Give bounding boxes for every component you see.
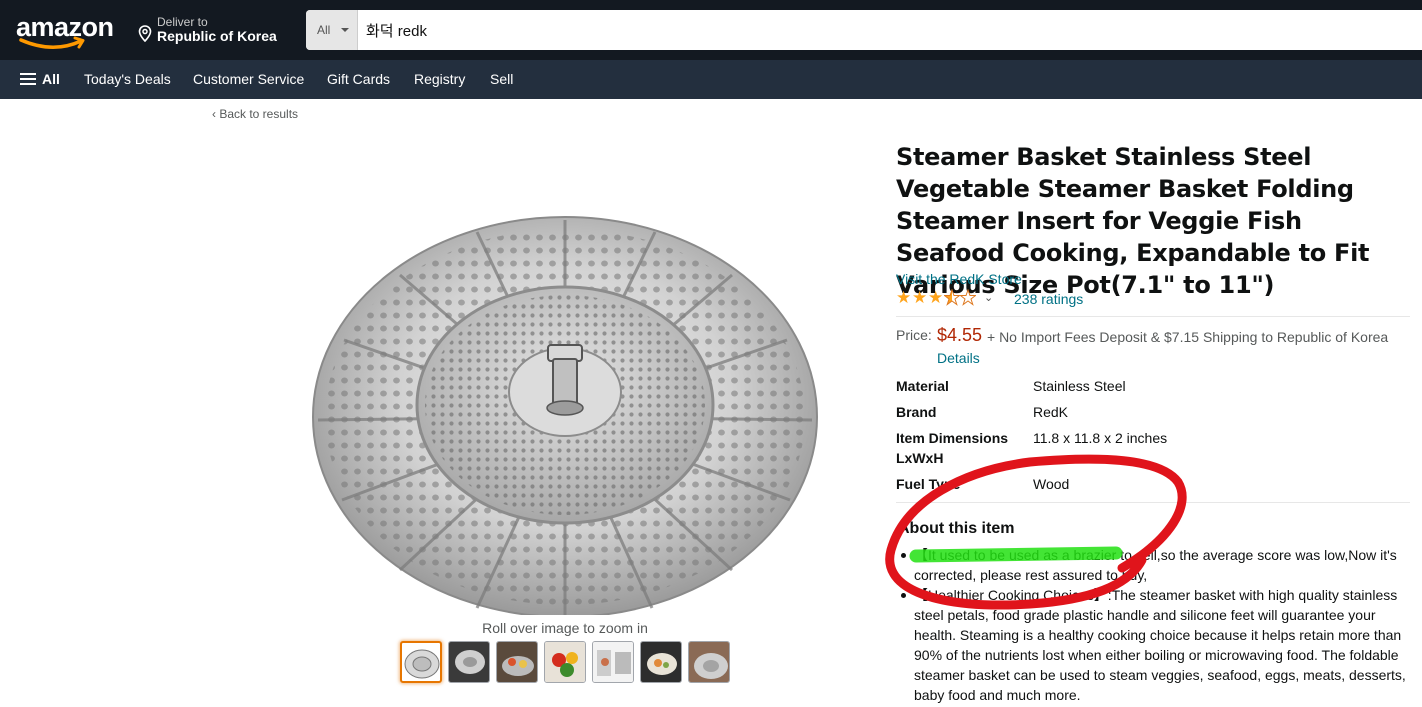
ratings-count-link[interactable]: 238 ratings (1014, 291, 1083, 307)
spec-value-dimensions: 11.8 x 11.8 x 2 inches (1033, 430, 1168, 446)
star-half-icon (943, 288, 961, 310)
shipping-details-link[interactable]: Details (937, 350, 980, 366)
spec-value-brand: RedK (1033, 404, 1069, 420)
chevron-down-icon (341, 28, 349, 32)
spec-key-dimensions: Item Dimensions LxWxH (896, 430, 1009, 466)
thumbnail-2[interactable] (448, 641, 490, 683)
thumbnail-3[interactable] (496, 641, 538, 683)
about-item-bullet-2: 【Healthier Cooking Choices】:The steamer … (901, 585, 1410, 705)
zoom-hint-text: Roll over image to zoom in (482, 620, 648, 636)
deliver-to-label: Deliver to (157, 15, 208, 29)
search-category-label: All (317, 23, 331, 37)
spec-key-brand: Brand (896, 404, 937, 420)
spec-value-material: Stainless Steel (1033, 378, 1126, 394)
search-bar: All (306, 10, 1422, 50)
shipping-info: + No Import Fees Deposit & $7.15 Shippin… (987, 329, 1389, 345)
logo-smile-icon (19, 36, 85, 49)
nav-todays-deals[interactable]: Today's Deals (84, 71, 171, 87)
nav-gift-cards[interactable]: Gift Cards (327, 71, 390, 87)
nav-registry[interactable]: Registry (414, 71, 465, 87)
location-pin-icon (138, 25, 152, 42)
search-category-dropdown[interactable]: All (306, 10, 358, 50)
deliver-to-country: Republic of Korea (157, 28, 277, 44)
amazon-logo[interactable]: amazon (16, 10, 120, 52)
thumbnail-4[interactable] (544, 641, 586, 683)
price-value: $4.55 (937, 325, 983, 345)
star-full-icon: ★ (928, 288, 944, 307)
spec-value-fuel-type: Wood (1033, 476, 1070, 492)
thumbnail-7[interactable] (688, 641, 730, 683)
thumbnail-5[interactable] (592, 641, 634, 683)
hamburger-menu-icon (20, 73, 36, 85)
product-main-image[interactable] (312, 140, 822, 615)
star-full-icon: ★ (896, 288, 912, 307)
about-item-heading: About this item (898, 520, 1015, 537)
search-input[interactable] (358, 10, 1422, 50)
divider (896, 502, 1410, 503)
chevron-down-icon: ⌄ (984, 292, 994, 304)
about-item-bullet-1: 【It used to be used as a brazier to sell… (901, 545, 1410, 585)
secondary-nav-bar: All Today's Deals Customer Service Gift … (0, 60, 1422, 99)
star-empty-icon (959, 288, 977, 310)
divider (896, 316, 1410, 317)
nav-sell[interactable]: Sell (490, 71, 513, 87)
nav-customer-service[interactable]: Customer Service (193, 71, 304, 87)
thumbnail-6[interactable] (640, 641, 682, 683)
price-label: Price: (896, 327, 932, 343)
star-full-icon: ★ (912, 288, 928, 307)
all-menu-label: All (42, 71, 60, 87)
store-link[interactable]: Visit the RedK Store (896, 271, 1022, 287)
top-nav-bar: amazon Deliver to Republic of Korea All (0, 0, 1422, 60)
about-item-list: 【It used to be used as a brazier to sell… (901, 545, 1410, 705)
back-to-results-link[interactable]: ‹ Back to results (212, 107, 298, 121)
spec-key-material: Material (896, 378, 949, 394)
spec-key-fuel-type: Fuel Type (896, 476, 961, 492)
thumbnail-1[interactable] (400, 641, 442, 683)
